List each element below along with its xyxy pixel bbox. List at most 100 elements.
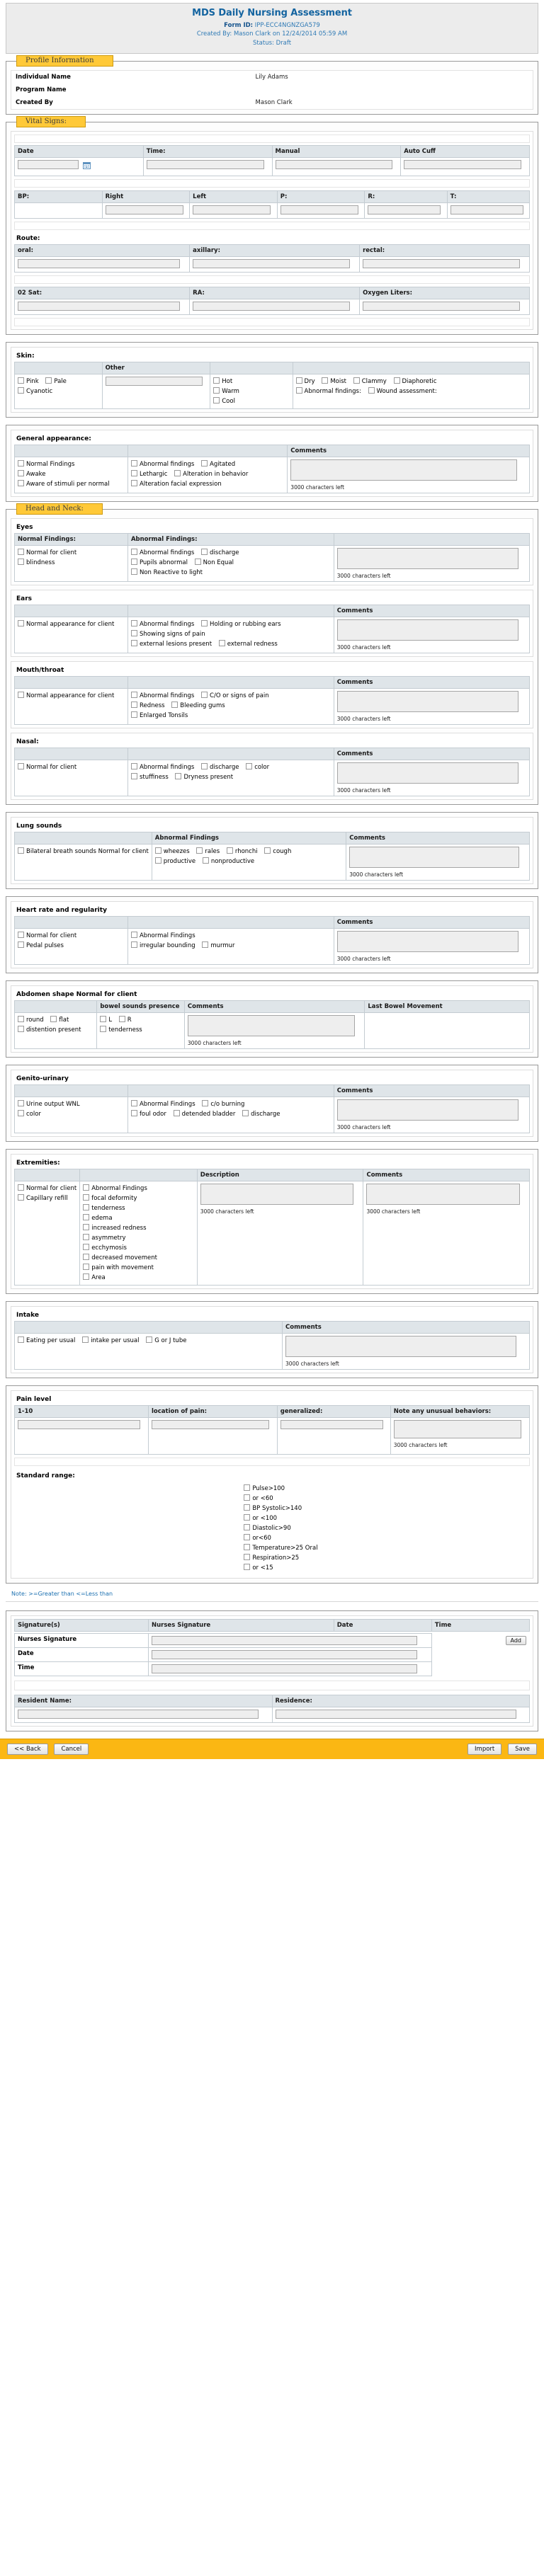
checkbox-icon[interactable] — [130, 691, 137, 698]
heart-checkbox-irregular-bounding[interactable]: irregular bounding — [130, 941, 196, 951]
nurses-signature-input[interactable] — [152, 1636, 418, 1646]
vitals-auto-cuff-input[interactable] — [404, 159, 522, 169]
mouth-checkbox-abnormal-findings[interactable]: Abnormal findings — [130, 691, 194, 701]
checkbox-icon[interactable] — [171, 702, 178, 708]
lung-checkbox-rales[interactable]: rales — [196, 847, 220, 857]
extremities-checkbox-tenderness[interactable]: tenderness — [83, 1203, 194, 1213]
standard-range-checkbox-diastolic-over-90[interactable]: Diastolic>90 — [244, 1523, 527, 1533]
lung-checkbox-rhonchi[interactable]: rhonchi — [226, 847, 258, 857]
checkbox-icon[interactable] — [295, 377, 302, 384]
back-button[interactable]: << Back — [7, 1744, 48, 1756]
standard-range-checkbox-diastolic-under-60[interactable]: or<60 — [244, 1533, 527, 1543]
nasal-checkbox-abnormal-findings[interactable]: Abnormal findings — [130, 762, 194, 772]
nasal-checkbox-color[interactable]: color — [246, 762, 269, 772]
checkbox-icon[interactable] — [146, 1336, 153, 1344]
extremities-checkbox-area[interactable]: Area — [83, 1273, 194, 1283]
checkbox-icon[interactable] — [368, 387, 375, 394]
extremities-checkbox-focal-deformity[interactable]: focal deformity — [83, 1193, 194, 1203]
extremities-checkbox-edema[interactable]: edema — [83, 1213, 194, 1223]
genito-checkbox-color[interactable]: color — [18, 1109, 125, 1119]
skin-checkbox-cyanotic[interactable]: Cyanotic — [18, 387, 52, 396]
pain-behaviors-textarea[interactable] — [393, 1420, 521, 1439]
extremities-checkbox-normal-for-client[interactable]: Normal for client — [18, 1184, 76, 1193]
mouth-checkbox-bleeding-gums[interactable]: Bleeding gums — [171, 701, 225, 711]
checkbox-icon[interactable] — [130, 773, 137, 779]
vitals-t-input[interactable] — [450, 205, 523, 214]
skin-checkbox-dry[interactable]: Dry — [295, 377, 315, 387]
checkbox-icon[interactable] — [130, 568, 137, 576]
heart-checkbox-abnormal-findings[interactable]: Abnormal Findings — [130, 931, 196, 941]
checkbox-icon[interactable] — [45, 377, 52, 384]
checkbox-icon[interactable] — [130, 702, 137, 708]
extremities-checkbox-capillary-refill[interactable]: Capillary refill — [18, 1193, 76, 1203]
lung-checkbox-cough[interactable]: cough — [264, 847, 291, 857]
checkbox-icon[interactable] — [130, 559, 137, 565]
save-button[interactable]: Save — [508, 1744, 537, 1756]
lung-checkbox-wheezes[interactable]: wheezes — [154, 847, 190, 857]
heart-checkbox-normal-for-client[interactable]: Normal for client — [18, 931, 125, 941]
skin-checkbox-diaphoretic[interactable]: Diaphoretic — [393, 377, 437, 387]
nasal-checkbox-stuffiness[interactable]: stuffiness — [130, 772, 169, 782]
skin-checkbox-cool[interactable]: Cool — [213, 396, 284, 406]
checkbox-icon[interactable] — [100, 1026, 107, 1032]
heart-checkbox-pedal-pulses[interactable]: Pedal pulses — [18, 941, 125, 951]
skin-checkbox-clammy[interactable]: Clammy — [353, 377, 387, 387]
ears-checkbox-normal-appearance[interactable]: Normal appearance for client — [18, 619, 125, 629]
checkbox-icon[interactable] — [18, 1184, 24, 1191]
checkbox-icon[interactable] — [130, 1099, 137, 1106]
checkbox-icon[interactable] — [244, 1564, 251, 1571]
vitals-right-input[interactable] — [105, 205, 183, 214]
checkbox-icon[interactable] — [130, 630, 137, 636]
abdomen-comments-textarea[interactable] — [187, 1014, 355, 1036]
genito-checkbox-detended-bladder[interactable]: detended bladder — [173, 1109, 235, 1119]
checkbox-icon[interactable] — [213, 377, 220, 384]
checkbox-icon[interactable] — [201, 619, 208, 626]
lung-comments-textarea[interactable] — [349, 846, 519, 868]
abdomen-checkbox-tenderness[interactable]: tenderness — [100, 1025, 142, 1035]
checkbox-icon[interactable] — [18, 1015, 24, 1022]
mouth-checkbox-co-signs-of-pain[interactable]: C/O or signs of pain — [201, 691, 269, 701]
checkbox-icon[interactable] — [244, 1524, 251, 1531]
resident-residence-input[interactable] — [275, 1710, 516, 1719]
skin-checkbox-wound-assessment[interactable]: Wound assessment: — [368, 387, 437, 396]
ga-checkbox-awake[interactable]: Awake — [18, 469, 125, 479]
genito-checkbox-discharge[interactable]: discharge — [242, 1109, 280, 1119]
checkbox-icon[interactable] — [202, 1099, 209, 1106]
checkbox-icon[interactable] — [18, 470, 24, 476]
checkbox-icon[interactable] — [82, 1336, 89, 1344]
checkbox-icon[interactable] — [83, 1244, 90, 1251]
ears-checkbox-external-redness[interactable]: external redness — [218, 639, 278, 649]
abdomen-checkbox-flat[interactable]: flat — [50, 1015, 69, 1025]
standard-range-checkbox-respiration-under-15[interactable]: or <15 — [244, 1563, 527, 1573]
pain-generalized-input[interactable] — [280, 1420, 383, 1430]
intake-checkbox-intake-per-usual[interactable]: intake per usual — [82, 1336, 140, 1346]
checkbox-icon[interactable] — [246, 762, 253, 769]
add-signature-button[interactable]: Add — [505, 1635, 526, 1645]
checkbox-icon[interactable] — [118, 1015, 125, 1022]
checkbox-icon[interactable] — [130, 470, 137, 476]
abdomen-checkbox-round[interactable]: round — [18, 1015, 44, 1025]
checkbox-icon[interactable] — [194, 559, 201, 565]
ga-comments-textarea[interactable] — [290, 459, 517, 481]
checkbox-icon[interactable] — [322, 377, 329, 384]
import-button[interactable]: Import — [468, 1744, 502, 1756]
vitals-left-input[interactable] — [193, 205, 271, 214]
checkbox-icon[interactable] — [242, 1110, 249, 1116]
checkbox-icon[interactable] — [18, 941, 24, 948]
cancel-button[interactable]: Cancel — [54, 1744, 89, 1756]
checkbox-icon[interactable] — [201, 762, 208, 769]
checkbox-icon[interactable] — [18, 387, 24, 394]
checkbox-icon[interactable] — [130, 1110, 137, 1116]
extremities-description-textarea[interactable] — [200, 1183, 354, 1205]
skin-checkbox-hot[interactable]: Hot — [213, 377, 284, 387]
checkbox-icon[interactable] — [202, 857, 209, 864]
checkbox-icon[interactable] — [201, 548, 208, 555]
standard-range-checkbox-bp-systolic-over-140[interactable]: BP Systolic>140 — [244, 1504, 527, 1513]
vitals-r-input[interactable] — [368, 205, 441, 214]
checkbox-icon[interactable] — [201, 691, 208, 698]
vitals-date-input[interactable] — [18, 159, 79, 169]
eyes-checkbox-abnormal-findings[interactable]: Abnormal findings — [130, 548, 194, 558]
checkbox-icon[interactable] — [130, 640, 137, 647]
checkbox-icon[interactable] — [130, 711, 137, 719]
checkbox-icon[interactable] — [18, 559, 24, 565]
